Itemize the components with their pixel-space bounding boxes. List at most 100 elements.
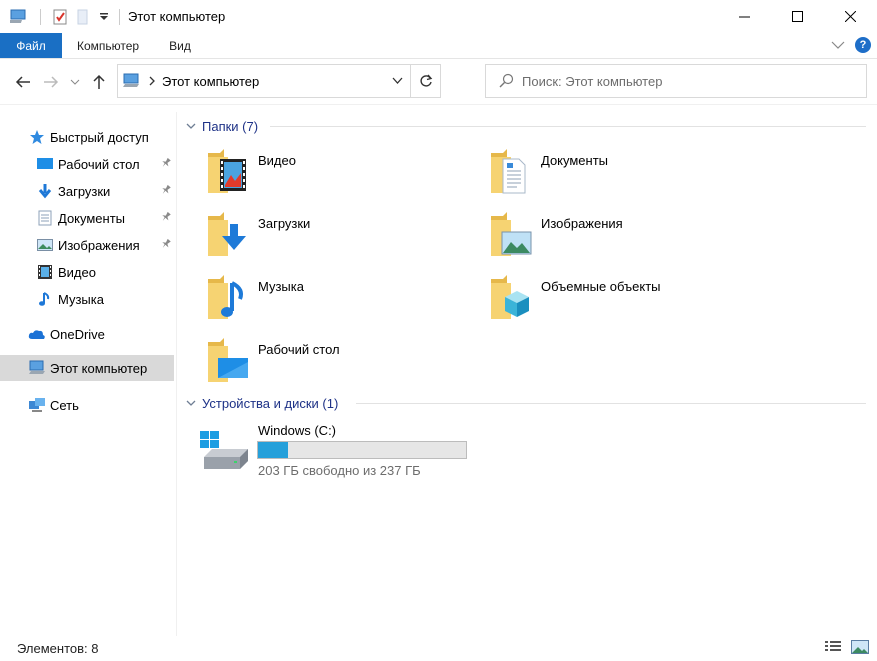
hard-drive-icon: [200, 431, 248, 469]
ribbon-right: ?: [831, 37, 871, 53]
title-bar: Этот компьютер: [0, 0, 877, 33]
sidebar-item-pictures[interactable]: Изображения: [0, 232, 174, 258]
quick-access-toolbar: [0, 0, 124, 33]
folder-label: Видео: [258, 153, 296, 168]
network-icon: [28, 396, 46, 414]
pin-icon[interactable]: [160, 211, 172, 223]
devices-group-header[interactable]: Устройства и диски (1): [186, 392, 866, 414]
sidebar-item-label: OneDrive: [50, 326, 105, 342]
music-icon: [36, 290, 54, 308]
folder-documents[interactable]: Документы: [461, 145, 741, 201]
pictures-folder-icon: [487, 208, 537, 260]
content-pane: Папки (7) Видео Документы Загрузки Изобр…: [178, 105, 877, 636]
tab-view[interactable]: Вид: [154, 33, 206, 58]
desktop-icon: [36, 155, 54, 173]
star-icon: [28, 128, 46, 146]
view-buttons: [825, 640, 869, 659]
forward-arrow-icon: [44, 76, 59, 88]
search-box[interactable]: [485, 64, 867, 98]
item-count: Элементов: 8: [17, 641, 99, 656]
folder-video[interactable]: Видео: [178, 145, 458, 201]
status-bar: Элементов: 8: [0, 636, 877, 661]
chevron-down-icon: [70, 79, 80, 85]
close-icon: [845, 11, 856, 22]
sidebar-item-label: Сеть: [50, 397, 79, 413]
sidebar-item-downloads[interactable]: Загрузки: [0, 178, 174, 204]
breadcrumb-separator-icon[interactable]: [148, 76, 156, 86]
navigation-pane: Быстрый доступ Рабочий стол Загрузки Док…: [0, 112, 177, 636]
properties-icon[interactable]: [49, 6, 71, 28]
new-folder-icon[interactable]: [71, 6, 93, 28]
folder-desktop[interactable]: Рабочий стол: [178, 334, 458, 390]
sidebar-item-onedrive[interactable]: OneDrive: [0, 321, 174, 347]
computer-icon: [28, 359, 46, 377]
music-folder-icon: [204, 271, 254, 323]
drive-free-space: 203 ГБ свободно из 237 ГБ: [258, 463, 421, 478]
sidebar-item-video[interactable]: Видео: [0, 259, 174, 285]
downloads-folder-icon: [204, 208, 254, 260]
expand-ribbon-icon[interactable]: [831, 40, 845, 50]
ribbon-tabs: Файл Компьютер Вид ?: [0, 33, 877, 59]
drive-c[interactable]: Windows (C:) 203 ГБ свободно из 237 ГБ: [198, 419, 498, 479]
desktop-folder-icon: [204, 334, 254, 386]
maximize-button[interactable]: [771, 0, 824, 33]
sidebar-item-desktop[interactable]: Рабочий стол: [0, 151, 174, 177]
pin-icon[interactable]: [160, 157, 172, 169]
help-icon[interactable]: ?: [855, 37, 871, 53]
folder-label: Рабочий стол: [258, 342, 340, 357]
large-icons-view-button[interactable]: [851, 640, 869, 659]
recent-locations-button[interactable]: [65, 67, 85, 97]
video-folder-icon: [204, 145, 254, 197]
folder-label: Загрузки: [258, 216, 311, 231]
address-bar[interactable]: Этот компьютер: [117, 64, 441, 98]
computer-icon: [123, 73, 139, 87]
folder-pictures[interactable]: Изображения: [461, 208, 741, 264]
large-icons-view-icon: [851, 640, 869, 654]
forward-button[interactable]: [37, 67, 65, 97]
refresh-icon: [419, 74, 432, 87]
address-history-button[interactable]: [384, 65, 410, 97]
sidebar-item-label: Документы: [58, 210, 126, 226]
sidebar-item-network[interactable]: Сеть: [0, 392, 174, 418]
back-button[interactable]: [9, 67, 37, 97]
pin-icon[interactable]: [160, 238, 172, 250]
sidebar-item-this-pc[interactable]: Этот компьютер: [0, 355, 174, 381]
onedrive-icon: [28, 325, 46, 343]
folder-music[interactable]: Музыка: [178, 271, 458, 327]
drive-usage-fill: [258, 442, 288, 458]
folders-group-header[interactable]: Папки (7): [186, 115, 866, 137]
up-button[interactable]: [85, 67, 113, 97]
search-icon: [499, 73, 514, 88]
group-divider-line: [356, 403, 866, 404]
minimize-icon: [739, 16, 750, 18]
minimize-button[interactable]: [718, 0, 771, 33]
sidebar-item-quick-access[interactable]: Быстрый доступ: [0, 124, 174, 150]
pin-icon[interactable]: [160, 184, 172, 196]
chevron-down-icon: [392, 77, 402, 84]
computer-icon[interactable]: [8, 6, 30, 28]
documents-icon: [36, 209, 54, 227]
sidebar-item-label: Рабочий стол: [58, 156, 140, 172]
sidebar-item-music[interactable]: Музыка: [0, 286, 174, 312]
window-controls: [718, 0, 877, 33]
up-arrow-icon: [93, 74, 105, 89]
folders-group-title: Папки (7): [202, 118, 259, 134]
sidebar-item-label: Музыка: [58, 291, 104, 307]
folder-3d-objects[interactable]: Объемные объекты: [461, 271, 741, 327]
devices-group-title: Устройства и диски (1): [202, 395, 339, 411]
chevron-down-icon: [186, 400, 196, 407]
drive-usage-bar: [257, 441, 467, 459]
refresh-button[interactable]: [410, 65, 440, 97]
sidebar-item-documents[interactable]: Документы: [0, 205, 174, 231]
sidebar-item-label: Быстрый доступ: [50, 129, 149, 145]
breadcrumb-this-pc[interactable]: Этот компьютер: [162, 74, 259, 89]
details-view-button[interactable]: [825, 640, 841, 659]
close-button[interactable]: [824, 0, 877, 33]
customize-dropdown-icon[interactable]: [93, 6, 115, 28]
folder-downloads[interactable]: Загрузки: [178, 208, 458, 264]
tab-file[interactable]: Файл: [0, 33, 62, 58]
search-input[interactable]: [522, 73, 842, 89]
chevron-down-icon: [186, 123, 196, 130]
sidebar-item-label: Изображения: [58, 237, 140, 253]
tab-computer[interactable]: Компьютер: [62, 33, 154, 58]
